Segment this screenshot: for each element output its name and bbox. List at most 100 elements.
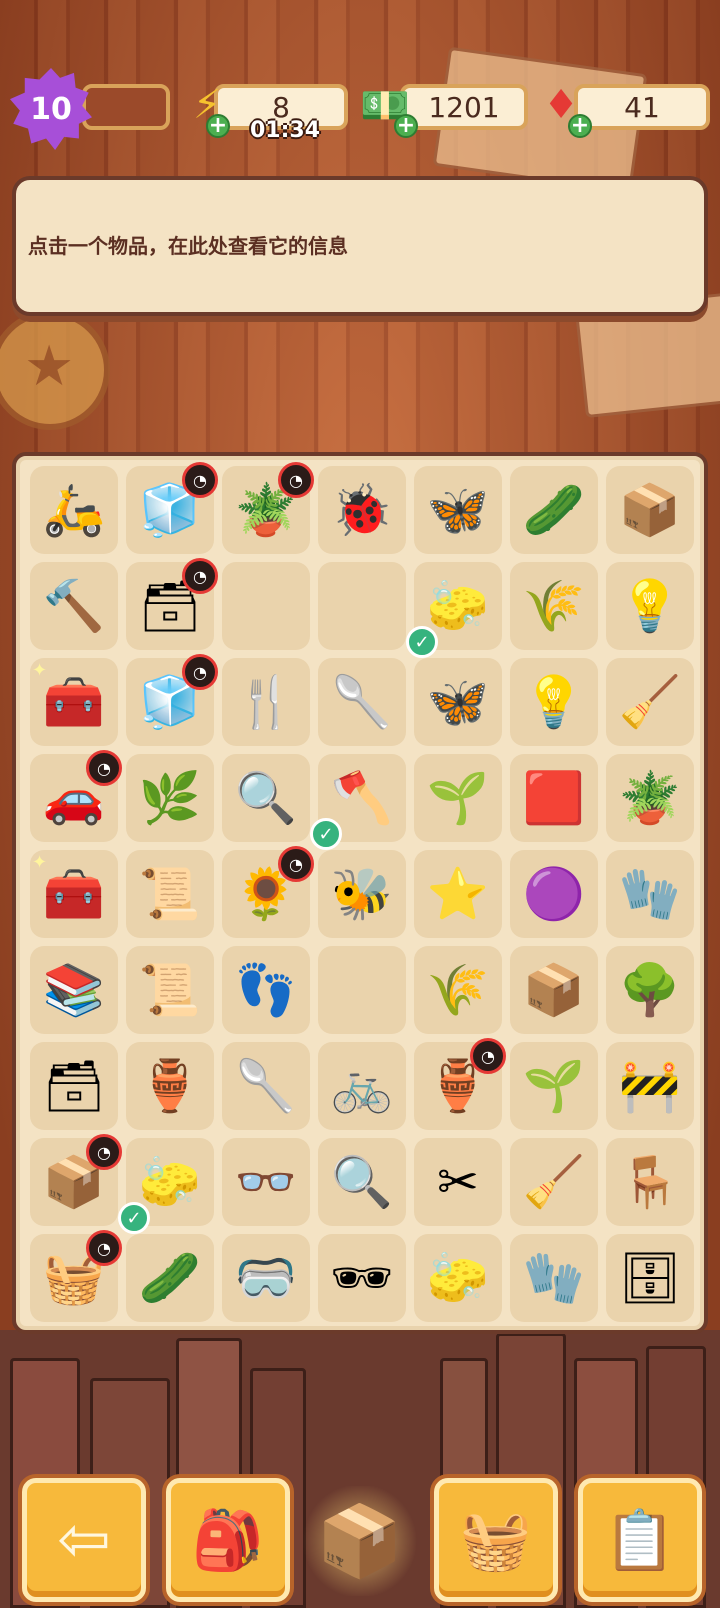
board-cell-boxes[interactable]: 📦 <box>510 946 598 1034</box>
sunglasses-icon: 🕶 <box>330 1249 394 1307</box>
basket-button[interactable]: 🧺 <box>434 1478 558 1602</box>
rake-icon: 🧹 <box>618 673 682 731</box>
level-badge[interactable]: 10 <box>10 68 92 150</box>
resource-bar: 10 8 ⚡ + 01:34 1201 💵 + 41 ♦ + <box>0 60 720 150</box>
add-cash-icon[interactable]: + <box>394 114 418 138</box>
board-cell-white-toolbox[interactable]: 🧰 ✦ <box>30 850 118 938</box>
board-cell-diving-goggles[interactable]: 🥽 <box>222 1234 310 1322</box>
map-papers-icon: 📜 <box>138 865 202 923</box>
star-medal-decoration <box>0 310 110 430</box>
board-cell-green-sponge[interactable]: 🧽 ✓ <box>406 562 502 658</box>
add-energy-icon[interactable]: + <box>206 114 230 138</box>
board-cell-trowel[interactable]: 🥄 <box>318 658 406 746</box>
timer-badge-icon: ◔ <box>470 1038 506 1074</box>
board-cell-axe[interactable]: 🪓 ✓ <box>310 754 406 850</box>
board-cell-red-glove[interactable]: 🧤 <box>606 850 694 938</box>
board-cell-jug[interactable]: 🏺 ◔ <box>414 1038 506 1130</box>
purple-bee-icon: 🐝 <box>330 865 394 923</box>
empty-cell[interactable] <box>222 562 310 650</box>
backpack-button[interactable]: 🎒 <box>166 1478 290 1602</box>
board-cell-butterflies[interactable]: 🦋 <box>414 466 502 554</box>
board-cell-plant-pot[interactable]: 🪴 ◔ <box>222 462 314 554</box>
board-cell-boxes[interactable]: 📦 <box>606 466 694 554</box>
board-cell-sunglasses[interactable]: 🕶 <box>318 1234 406 1322</box>
timer-badge-icon: ◔ <box>86 1134 122 1170</box>
board-cell-red-toolbox[interactable]: 🧰 ✦ <box>30 658 118 746</box>
board-cell-purple-blob[interactable]: 🟣 <box>510 850 598 938</box>
board-cell-goggles[interactable]: 👓 <box>222 1138 310 1226</box>
check-badge-icon: ✓ <box>406 626 438 658</box>
board-cell-barrier[interactable]: 🚧 <box>606 1042 694 1130</box>
board-cell-sponge[interactable]: 🧽 <box>414 1234 502 1322</box>
board-cell-seed-packet[interactable]: 🌱 <box>414 754 502 842</box>
broom-icon: 🧹 <box>522 1153 586 1211</box>
empty-cell[interactable] <box>318 562 406 650</box>
info-hint-text: 点击一个物品，在此处查看它的信息 <box>28 234 348 258</box>
board-cell-magnifying-glass[interactable]: 🔍 <box>318 1138 406 1226</box>
board-cell-moth[interactable]: 🦋 <box>414 658 502 746</box>
board-cell-footprint-bag[interactable]: 👣 <box>222 946 310 1034</box>
cash-counter[interactable]: 1201 <box>400 84 528 130</box>
board-cell-seeds[interactable]: 🌾 <box>510 562 598 650</box>
board-cell-shovel[interactable]: 🥄 <box>222 1042 310 1130</box>
board-cell-rake[interactable]: 🧹 <box>606 658 694 746</box>
boxes-icon: 📦 <box>522 961 586 1019</box>
board-cell-evidence-box[interactable]: 🗃 <box>30 1042 118 1130</box>
board-cell-purple-bee[interactable]: 🐝 <box>318 850 406 938</box>
empty-cell[interactable] <box>318 946 406 1034</box>
board-cell-treasure-box[interactable]: 🧺 ◔ <box>30 1230 122 1322</box>
board-cell-bonsai[interactable]: 🌳 <box>606 946 694 1034</box>
board-cell-evidence-box[interactable]: 🗃 ◔ <box>126 558 218 650</box>
board-cell-red-tray[interactable]: 🟥 <box>510 754 598 842</box>
board-cell-purple-star[interactable]: ⭐ <box>414 850 502 938</box>
board-cell-cucumber-slice[interactable]: 🥒 <box>510 466 598 554</box>
board-cell-pruning-shears[interactable]: ✂ <box>414 1138 502 1226</box>
vase-icon: 🏺 <box>138 1057 202 1115</box>
board-cell-ladybug[interactable]: 🐞 <box>318 466 406 554</box>
board-cell-planter[interactable]: 🌻 ◔ <box>222 846 314 938</box>
scooter-icon: 🛵 <box>42 481 106 539</box>
board-cell-gloves[interactable]: 🧤 <box>510 1234 598 1322</box>
board-cell-open-box[interactable]: 📦 ◔ <box>30 1134 122 1226</box>
timer-badge-icon: ◔ <box>182 558 218 594</box>
board-cell-chair[interactable]: 🪑 <box>606 1138 694 1226</box>
board-cell-bicycle[interactable]: 🚲 <box>318 1042 406 1130</box>
board-cell-garden-fork[interactable]: 🍴 <box>222 658 310 746</box>
board-cell-lamp[interactable]: 💡 <box>606 562 694 650</box>
timer-badge-icon: ◔ <box>278 846 314 882</box>
sparkle-icon: ✦ <box>32 660 48 681</box>
check-badge-icon: ✓ <box>118 1202 150 1234</box>
add-gems-icon[interactable]: + <box>568 114 592 138</box>
desk-icon: 🗄 <box>618 1249 682 1307</box>
magnifier-icon: 🔍 <box>234 769 298 827</box>
board-cell-broom[interactable]: 🧹 <box>510 1138 598 1226</box>
board-cell-scooter[interactable]: 🛵 <box>30 466 118 554</box>
board-cell-papers-pile[interactable]: 📜 <box>126 946 214 1034</box>
board-cell-vase[interactable]: 🏺 <box>126 1042 214 1130</box>
board-cell-desk[interactable]: 🗄 <box>606 1234 694 1322</box>
pruning-shears-icon: ✂ <box>437 1153 479 1211</box>
seeds-icon: 🌾 <box>426 961 490 1019</box>
board-cell-gift-cube[interactable]: 🧊 ◔ <box>126 462 218 554</box>
board-cell-green-bottle[interactable]: 🥒 <box>126 1234 214 1322</box>
board-cell-sprout[interactable]: 🌿 <box>126 754 214 842</box>
board-cell-magnifier[interactable]: 🔍 <box>222 754 310 842</box>
butterflies-icon: 🦋 <box>426 481 490 539</box>
green-box-icon: 📦 <box>316 1499 404 1582</box>
back-button[interactable]: ⇦ <box>22 1478 146 1602</box>
board-cell-green-sponge[interactable]: 🧽 ✓ <box>118 1138 214 1234</box>
timer-badge-icon: ◔ <box>182 654 218 690</box>
center-box-button[interactable]: 📦 <box>300 1486 420 1596</box>
board-cell-papers-stack[interactable]: 📚 <box>30 946 118 1034</box>
clipboard-button[interactable]: 📋 <box>578 1478 702 1602</box>
board-cell-seedling[interactable]: 🌱 <box>510 1042 598 1130</box>
board-cell-map-papers[interactable]: 📜 <box>126 850 214 938</box>
board-cell-hammer[interactable]: 🔨 <box>30 562 118 650</box>
board-cell-seeds[interactable]: 🌾 <box>414 946 502 1034</box>
board-cell-potted-plant[interactable]: 🪴 <box>606 754 694 842</box>
gems-counter[interactable]: 41 <box>574 84 710 130</box>
board-cell-car[interactable]: 🚗 ◔ <box>30 750 122 842</box>
shovel-icon: 🥄 <box>234 1057 298 1115</box>
board-cell-light-bulb[interactable]: 💡 <box>510 658 598 746</box>
board-cell-gift-cube[interactable]: 🧊 ◔ <box>126 654 218 746</box>
